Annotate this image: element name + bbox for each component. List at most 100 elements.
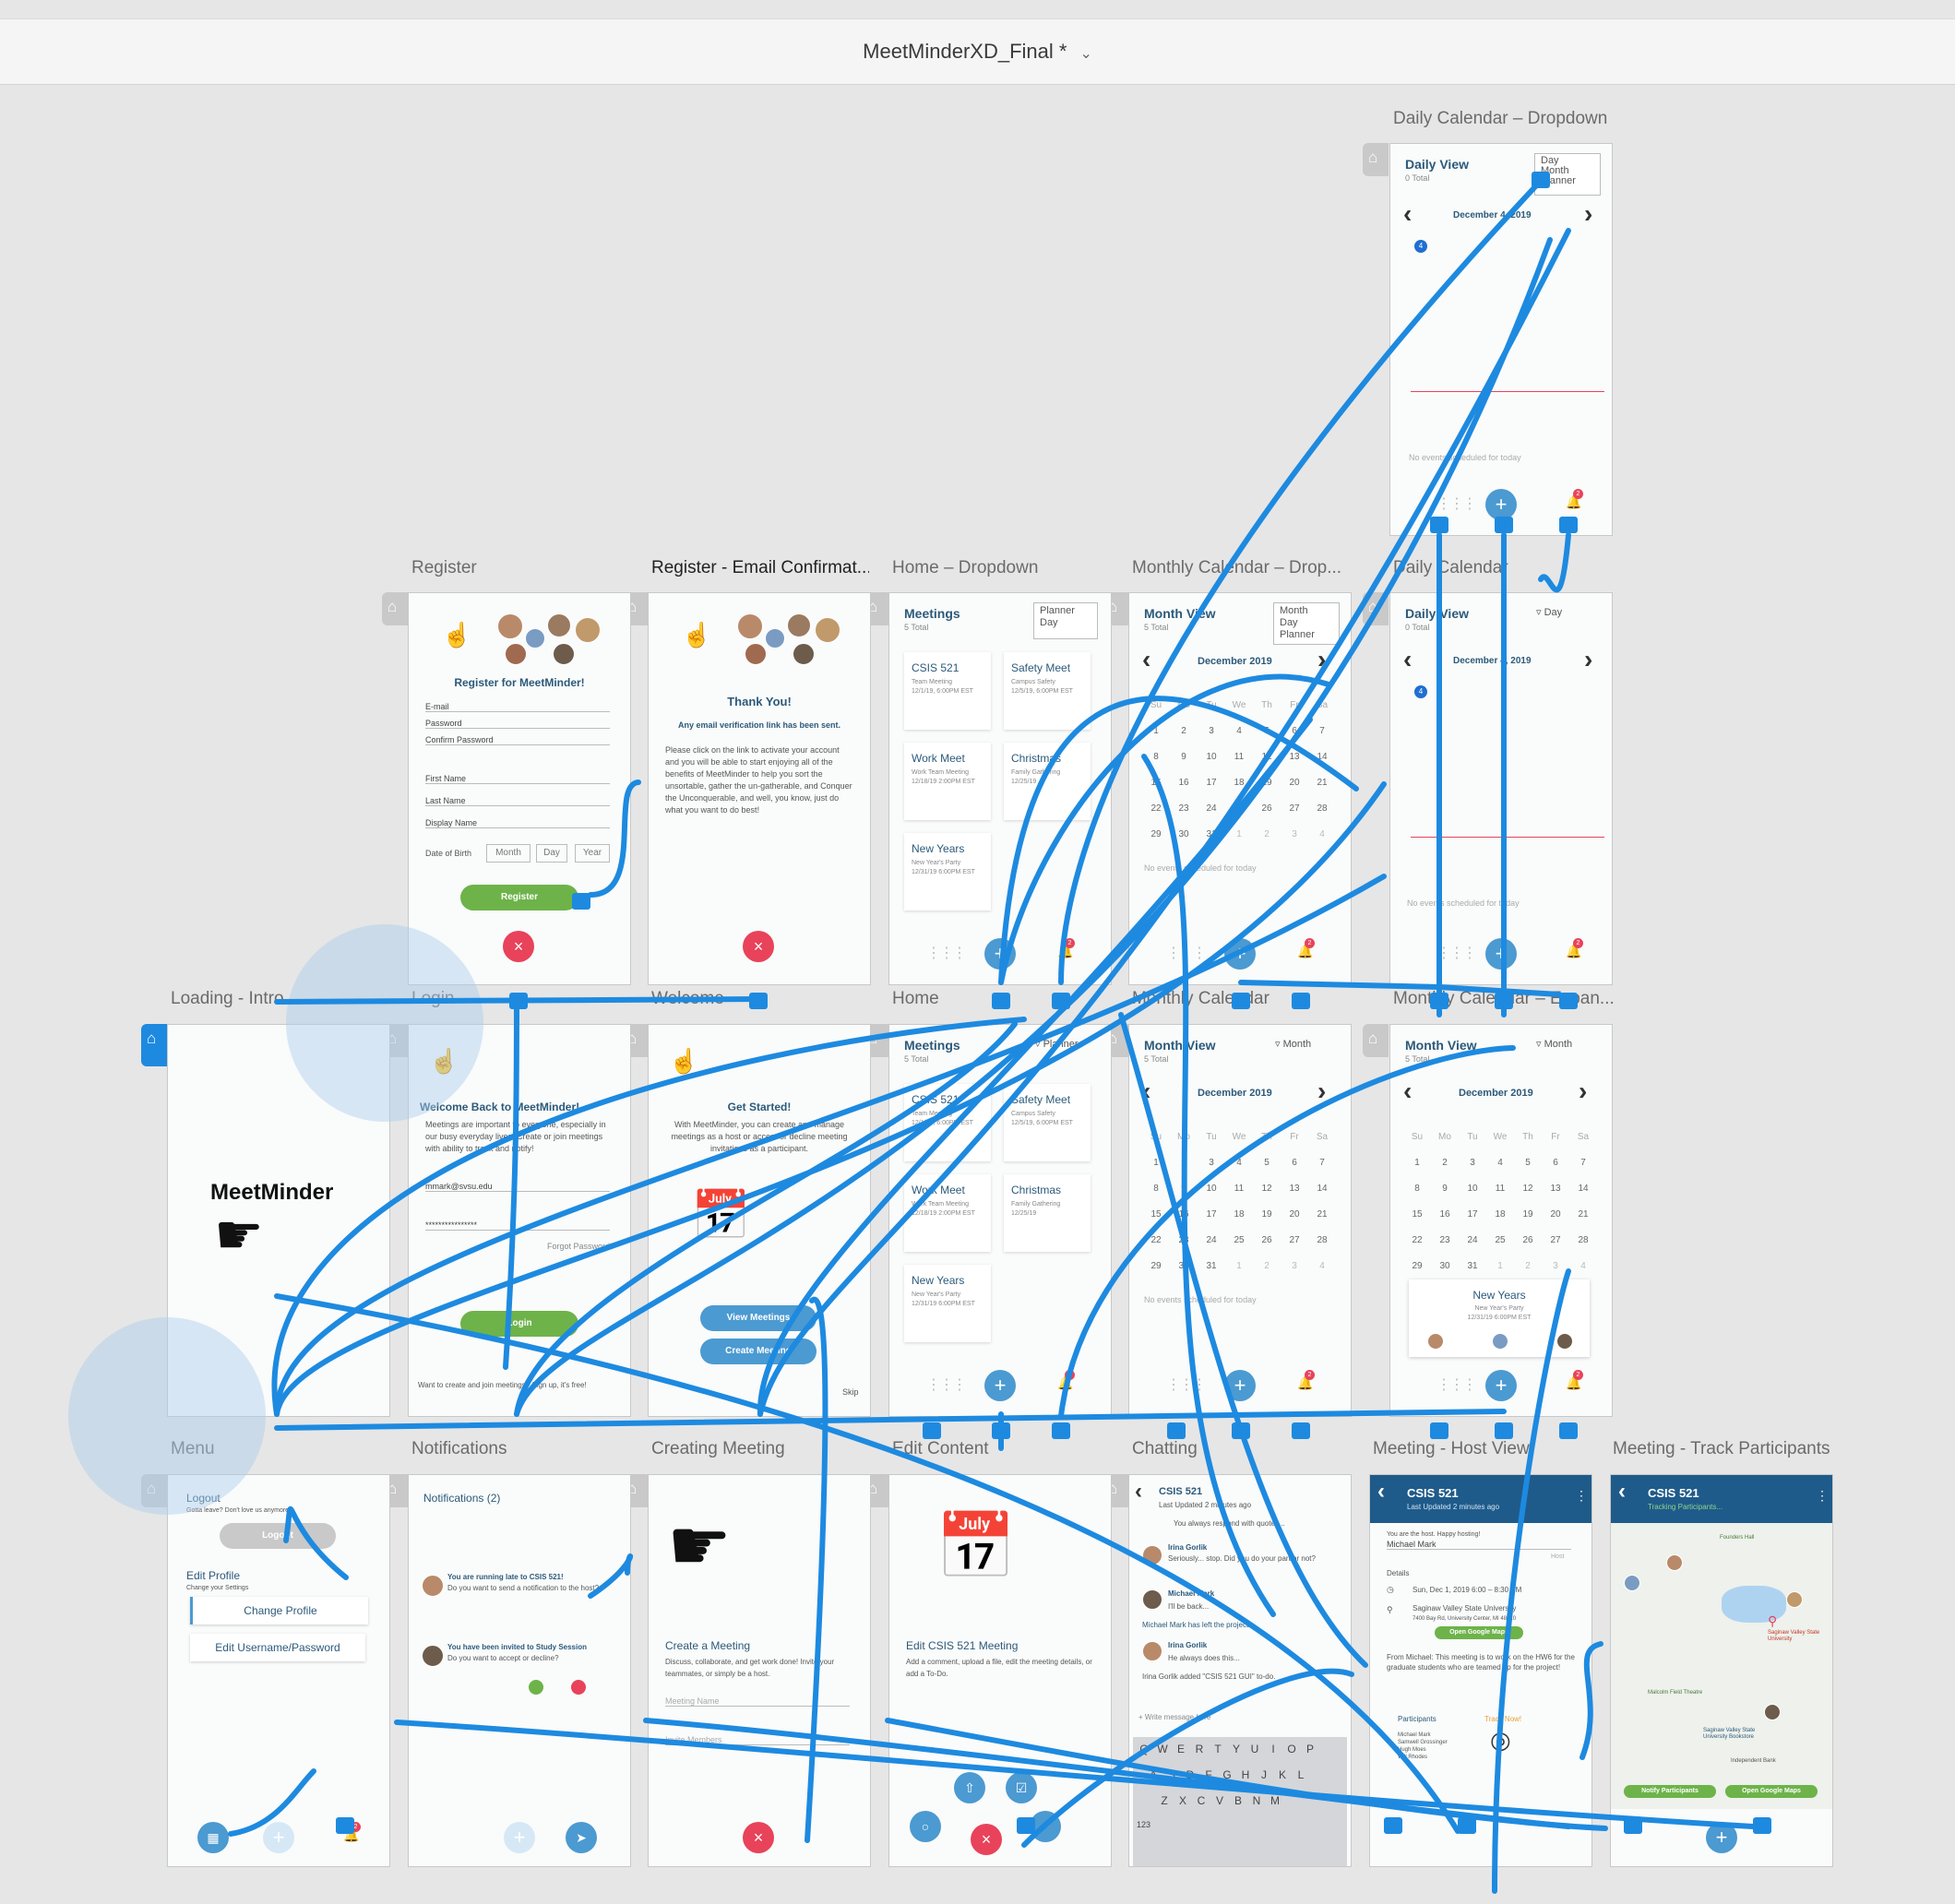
artboard-home[interactable]: Meetings 5 Total ▿ Planner CSIS 521 Team … bbox=[888, 1024, 1112, 1417]
view-dropdown[interactable]: Planner Day bbox=[1033, 602, 1098, 639]
keyboard-key[interactable]: Z bbox=[1155, 1794, 1174, 1815]
calendar-day[interactable]: 1 bbox=[1403, 1150, 1431, 1176]
calendar-day[interactable]: 9 bbox=[1170, 744, 1198, 770]
keyboard-key[interactable]: I bbox=[1264, 1743, 1282, 1763]
dropdown-option-planner[interactable]: Planner bbox=[1280, 629, 1333, 641]
calendar-day[interactable]: 1 bbox=[1225, 822, 1253, 848]
add-button[interactable]: + bbox=[1706, 1822, 1737, 1853]
register-button[interactable]: Register bbox=[460, 885, 578, 910]
artboard-menu[interactable]: Logout Gotta leave? Don't love us anymor… bbox=[167, 1474, 390, 1867]
keyboard-key[interactable]: N bbox=[1247, 1794, 1266, 1815]
artboard-edit[interactable]: 📅 Edit CSIS 521 Meeting Add a comment, u… bbox=[888, 1474, 1112, 1867]
keyboard-key[interactable]: Y bbox=[1227, 1743, 1246, 1763]
meeting-name-field[interactable]: Meeting Name bbox=[665, 1696, 850, 1707]
keyboard-key[interactable]: Q bbox=[1135, 1743, 1153, 1763]
artboard-daily-dropdown[interactable]: Daily View 0 Total Day Month Planner ‹ D… bbox=[1389, 143, 1613, 536]
artboard-label-monthly[interactable]: Monthly Calendar bbox=[1132, 989, 1270, 1009]
add-button[interactable]: + bbox=[1224, 1370, 1256, 1401]
artboard-creating[interactable]: ☛ Create a Meeting Discuss, collaborate,… bbox=[648, 1474, 871, 1867]
calendar-day[interactable]: 21 bbox=[1308, 770, 1336, 796]
artboard-label-daily-dropdown[interactable]: Daily Calendar – Dropdown bbox=[1393, 109, 1607, 129]
calendar-day[interactable]: 23 bbox=[1170, 796, 1198, 822]
calendar-grid[interactable]: Su Mo Tu We Th Fr Sa1 2 3 4 5 6 78 9 10 11 12 13 1415 16 17 1… bbox=[1403, 1125, 1599, 1279]
calendar-day[interactable]: 19 bbox=[1253, 1202, 1281, 1228]
artboard-home-dropdown[interactable]: Meetings 5 Total Planner Day CSIS 521 Tea… bbox=[888, 592, 1112, 985]
view-selector[interactable]: ▿ Day bbox=[1536, 606, 1562, 618]
calendar-day[interactable]: 15 bbox=[1142, 1202, 1170, 1228]
document-title[interactable]: MeetMinderXD_Final * ⌄ bbox=[0, 40, 1955, 64]
invite-members-field[interactable]: Invite Members bbox=[665, 1735, 850, 1745]
add-button[interactable]: + bbox=[1485, 938, 1517, 970]
calendar-day[interactable]: 18 bbox=[1486, 1202, 1514, 1228]
calendar-day[interactable]: 26 bbox=[1253, 1228, 1281, 1254]
calendar-day[interactable]: 2 bbox=[1170, 1150, 1198, 1176]
grid-menu-icon[interactable]: ⋮⋮⋮ bbox=[1166, 944, 1207, 962]
artboard-label-daily[interactable]: Daily Calendar bbox=[1393, 558, 1508, 578]
logout-button[interactable]: Logout bbox=[220, 1523, 336, 1549]
calendar-day[interactable]: 3 bbox=[1281, 1254, 1308, 1279]
keyboard-key[interactable]: U bbox=[1246, 1743, 1264, 1763]
calendar-day[interactable]: 17 bbox=[1459, 1202, 1486, 1228]
calendar-day[interactable]: 11 bbox=[1486, 1176, 1514, 1202]
calendar-day[interactable]: 8 bbox=[1142, 744, 1170, 770]
more-options-icon[interactable]: ⋮ bbox=[1575, 1488, 1588, 1504]
prev-arrow-icon[interactable]: ‹ bbox=[1403, 1077, 1412, 1106]
meeting-card[interactable]: New Years New Year's Party 12/31/19 6:00PM… bbox=[904, 1265, 991, 1342]
calendar-day[interactable]: 10 bbox=[1459, 1176, 1486, 1202]
accept-check-icon[interactable] bbox=[529, 1680, 543, 1695]
artboard-label-chatting[interactable]: Chatting bbox=[1132, 1439, 1198, 1459]
back-arrow-icon[interactable]: ‹ bbox=[1618, 1479, 1626, 1505]
prev-arrow-icon[interactable]: ‹ bbox=[1142, 645, 1150, 674]
artboard-host[interactable]: ‹ CSIS 521 Last Updated 2 minutes ago ⋮ … bbox=[1369, 1474, 1592, 1867]
add-button[interactable]: + bbox=[984, 1370, 1016, 1401]
artboard-register-confirm[interactable]: ☝ Thank You! Any email verification link… bbox=[648, 592, 871, 985]
keyboard-key[interactable]: C bbox=[1192, 1794, 1210, 1815]
open-google-maps-button[interactable]: Open Google Maps bbox=[1435, 1626, 1523, 1639]
next-arrow-icon[interactable]: › bbox=[1317, 645, 1326, 674]
calendar-day[interactable]: 13 bbox=[1281, 744, 1308, 770]
calendar-day[interactable]: 16 bbox=[1170, 1202, 1198, 1228]
back-arrow-icon[interactable]: ‹ bbox=[1377, 1479, 1385, 1505]
calendar-day[interactable]: 23 bbox=[1170, 1228, 1198, 1254]
meeting-card[interactable]: Christmas Family Gathering 12/25/19 bbox=[1004, 743, 1091, 820]
keyboard-key[interactable]: H bbox=[1236, 1768, 1255, 1789]
artboard-chatting[interactable]: ‹ CSIS 521 Last Updated 2 minutes ago Yo… bbox=[1128, 1474, 1352, 1867]
keyboard-key[interactable]: V bbox=[1210, 1794, 1229, 1815]
artboard-label-home[interactable]: Home bbox=[892, 989, 939, 1009]
view-selector[interactable]: ▿ Planner bbox=[1035, 1038, 1079, 1050]
keyboard-key[interactable]: K bbox=[1273, 1768, 1292, 1789]
calendar-grid[interactable]: Su Mo Tu We Th Fr Sa1 2 3 4 5 6 78 9 10 11 12 13 1415 16 17 1… bbox=[1142, 693, 1338, 848]
calendar-day[interactable]: 14 bbox=[1569, 1176, 1597, 1202]
grid-menu-icon[interactable]: ⋮⋮⋮ bbox=[926, 1375, 967, 1394]
email-field[interactable]: mmark@svsu.edu bbox=[425, 1182, 610, 1192]
calendar-day[interactable]: 1 bbox=[1486, 1254, 1514, 1279]
artboard-label-notifications[interactable]: Notifications bbox=[411, 1439, 507, 1459]
calendar-day[interactable]: 24 bbox=[1198, 796, 1225, 822]
add-button[interactable]: + bbox=[1485, 1370, 1517, 1401]
calendar-day[interactable]: 14 bbox=[1308, 744, 1336, 770]
artboard-notifications[interactable]: Notifications (2) You are running late t… bbox=[408, 1474, 631, 1867]
calendar-day[interactable]: 7 bbox=[1308, 1150, 1336, 1176]
change-profile-button[interactable]: Change Profile bbox=[190, 1597, 368, 1624]
calendar-day[interactable]: 4 bbox=[1225, 719, 1253, 744]
next-arrow-icon[interactable]: › bbox=[1584, 199, 1592, 229]
calendar-day[interactable]: 3 bbox=[1198, 1150, 1225, 1176]
calendar-day[interactable]: 20 bbox=[1542, 1202, 1569, 1228]
edit-username-password-button[interactable]: Edit Username/Password bbox=[190, 1634, 365, 1661]
close-button[interactable]: × bbox=[503, 931, 534, 962]
message-input[interactable]: + Write message here bbox=[1138, 1709, 1341, 1726]
keyboard-numbers-key[interactable]: 123 bbox=[1133, 1815, 1347, 1829]
home-icon[interactable] bbox=[382, 592, 408, 625]
keyboard-key[interactable]: W bbox=[1153, 1743, 1172, 1763]
destination-pin-icon[interactable]: ⚲ bbox=[1768, 1613, 1777, 1629]
calendar-day[interactable]: 5 bbox=[1253, 719, 1281, 744]
calendar-day[interactable]: 2 bbox=[1253, 822, 1281, 848]
calendar-day[interactable]: 2 bbox=[1170, 719, 1198, 744]
participant-avatar[interactable] bbox=[1786, 1591, 1803, 1608]
calendar-day[interactable]: 24 bbox=[1459, 1228, 1486, 1254]
calendar-day[interactable]: 9 bbox=[1431, 1176, 1459, 1202]
add-button[interactable]: + bbox=[504, 1822, 535, 1853]
artboard-monthly[interactable]: Month View 5 Total ▿ Month ‹ December 20… bbox=[1128, 1024, 1352, 1417]
calendar-day[interactable]: 19 bbox=[1253, 770, 1281, 796]
calendar-day[interactable]: 12 bbox=[1253, 744, 1281, 770]
